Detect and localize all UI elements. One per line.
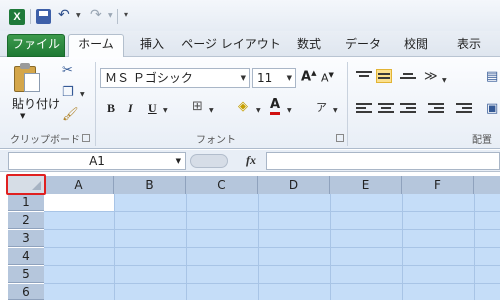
row-header-6[interactable]: 6 bbox=[8, 284, 44, 300]
customize-toolbar-icon[interactable]: ▾ bbox=[124, 10, 128, 19]
active-cell-a1[interactable] bbox=[44, 194, 114, 211]
excel-icon[interactable]: X bbox=[9, 9, 25, 25]
formula-input[interactable] bbox=[266, 152, 500, 170]
worksheet-grid: A B C D E F 1 2 3 4 5 6 bbox=[0, 172, 500, 300]
chevron-down-icon: ▼ bbox=[240, 74, 246, 82]
shrink-font-icon[interactable]: A▼ bbox=[321, 71, 334, 85]
font-color-dropdown-icon[interactable]: ▼ bbox=[287, 107, 292, 114]
wrap-text-icon[interactable]: ▤ bbox=[486, 69, 498, 84]
font-name-combo[interactable]: ＭＳ Ｐゴシック ▼ bbox=[100, 68, 250, 88]
ribbon-home: 貼り付け ▼ ✂ ❐ ▼ 🖌 クリップボード ＭＳ Ｐゴシック ▼ 11 ▼ A… bbox=[0, 57, 500, 149]
font-size-value: 11 bbox=[257, 71, 273, 85]
font-color-icon[interactable]: A bbox=[270, 98, 281, 115]
formula-bar-splitter[interactable] bbox=[190, 154, 228, 168]
quick-access-toolbar: X ↶ ▼ ↷ ▼ ▾ bbox=[0, 0, 500, 31]
group-label-clipboard: クリップボード bbox=[10, 135, 80, 146]
column-header-a[interactable]: A bbox=[44, 176, 114, 194]
tab-formulas[interactable]: 数式 bbox=[291, 35, 327, 57]
group-separator bbox=[347, 62, 348, 146]
row-header-3[interactable]: 3 bbox=[8, 230, 44, 247]
grid-line bbox=[44, 211, 500, 212]
tab-insert[interactable]: 挿入 bbox=[134, 35, 170, 57]
orientation-icon[interactable]: ≫ bbox=[424, 69, 438, 84]
row-header-1[interactable]: 1 bbox=[8, 194, 44, 211]
chevron-down-icon: ▼ bbox=[175, 157, 181, 165]
select-all-highlight bbox=[6, 174, 46, 195]
increase-indent-icon[interactable] bbox=[456, 103, 472, 117]
qat-separator bbox=[30, 9, 31, 24]
tab-data[interactable]: データ bbox=[340, 35, 386, 57]
redo-icon[interactable]: ↷ bbox=[90, 7, 102, 23]
align-top-icon[interactable] bbox=[356, 71, 372, 85]
italic-button[interactable]: I bbox=[128, 101, 133, 116]
underline-button[interactable]: U bbox=[148, 101, 157, 116]
borders-icon[interactable]: ⊞ bbox=[192, 99, 203, 114]
insert-function-button[interactable]: fx bbox=[246, 153, 256, 168]
column-header-e[interactable]: E bbox=[330, 176, 402, 194]
redo-dropdown-icon[interactable]: ▼ bbox=[108, 12, 113, 19]
cut-icon[interactable]: ✂ bbox=[62, 63, 73, 78]
tab-file[interactable]: ファイル bbox=[7, 34, 65, 57]
tab-review[interactable]: 校閲 bbox=[398, 35, 434, 57]
undo-icon[interactable]: ↶ bbox=[58, 7, 70, 23]
tab-page-layout[interactable]: ページ レイアウト bbox=[178, 35, 284, 57]
group-label-alignment: 配置 bbox=[472, 135, 492, 146]
font-launcher-icon[interactable] bbox=[336, 134, 344, 142]
font-size-combo[interactable]: 11 ▼ bbox=[252, 68, 296, 88]
merge-center-icon[interactable]: ▣ bbox=[486, 101, 498, 116]
tab-home[interactable]: ホーム bbox=[68, 34, 124, 58]
qat-separator bbox=[117, 9, 118, 24]
column-header-g[interactable] bbox=[474, 176, 500, 194]
column-header-d[interactable]: D bbox=[258, 176, 330, 194]
paste-button-label[interactable]: 貼り付け bbox=[12, 95, 60, 112]
chevron-down-icon: ▼ bbox=[286, 74, 292, 82]
paste-icon[interactable] bbox=[14, 63, 42, 93]
formula-bar: A1 ▼ fx bbox=[0, 150, 500, 172]
row-header-5[interactable]: 5 bbox=[8, 266, 44, 283]
format-painter-icon[interactable]: 🖌 bbox=[62, 107, 79, 122]
orientation-dropdown-icon[interactable]: ▼ bbox=[442, 77, 447, 84]
align-left-icon[interactable] bbox=[356, 103, 372, 117]
ribbon-tabs: ファイル ホーム 挿入 ページ レイアウト 数式 データ 校閲 表示 bbox=[0, 31, 500, 58]
save-icon[interactable] bbox=[36, 9, 51, 24]
phonetic-dropdown-icon[interactable]: ▼ bbox=[333, 107, 338, 114]
fill-color-icon[interactable]: ◈ bbox=[238, 99, 248, 114]
clipboard-launcher-icon[interactable] bbox=[82, 134, 90, 142]
row-header-4[interactable]: 4 bbox=[8, 248, 44, 265]
grid-line bbox=[44, 265, 500, 266]
grid-line bbox=[44, 283, 500, 284]
grid-line bbox=[44, 247, 500, 248]
fill-color-dropdown-icon[interactable]: ▼ bbox=[256, 107, 261, 114]
grow-font-icon[interactable]: A▲ bbox=[301, 69, 316, 84]
tab-view[interactable]: 表示 bbox=[448, 35, 490, 57]
align-center-icon[interactable] bbox=[378, 103, 394, 117]
phonetic-guide-icon[interactable]: ア bbox=[316, 99, 327, 115]
align-middle-icon[interactable] bbox=[376, 69, 392, 83]
copy-icon[interactable]: ❐ bbox=[62, 85, 74, 100]
column-header-c[interactable]: C bbox=[186, 176, 258, 194]
align-bottom-icon[interactable] bbox=[400, 73, 416, 87]
decrease-indent-icon[interactable] bbox=[428, 103, 444, 117]
align-right-icon[interactable] bbox=[400, 103, 416, 117]
bold-button[interactable]: B bbox=[107, 101, 115, 116]
font-name-value: ＭＳ Ｐゴシック bbox=[105, 71, 193, 85]
underline-dropdown-icon[interactable]: ▼ bbox=[163, 107, 168, 114]
copy-dropdown-icon[interactable]: ▼ bbox=[80, 91, 85, 98]
column-header-b[interactable]: B bbox=[114, 176, 186, 194]
group-separator bbox=[95, 62, 96, 146]
grid-line bbox=[44, 229, 500, 230]
undo-dropdown-icon[interactable]: ▼ bbox=[76, 12, 81, 19]
borders-dropdown-icon[interactable]: ▼ bbox=[209, 107, 214, 114]
name-box[interactable]: A1 ▼ bbox=[8, 152, 186, 170]
row-header-2[interactable]: 2 bbox=[8, 212, 44, 229]
group-label-font: フォント bbox=[196, 135, 236, 146]
paste-dropdown-icon[interactable]: ▼ bbox=[20, 112, 25, 120]
column-header-f[interactable]: F bbox=[402, 176, 474, 194]
name-box-value: A1 bbox=[89, 154, 105, 168]
